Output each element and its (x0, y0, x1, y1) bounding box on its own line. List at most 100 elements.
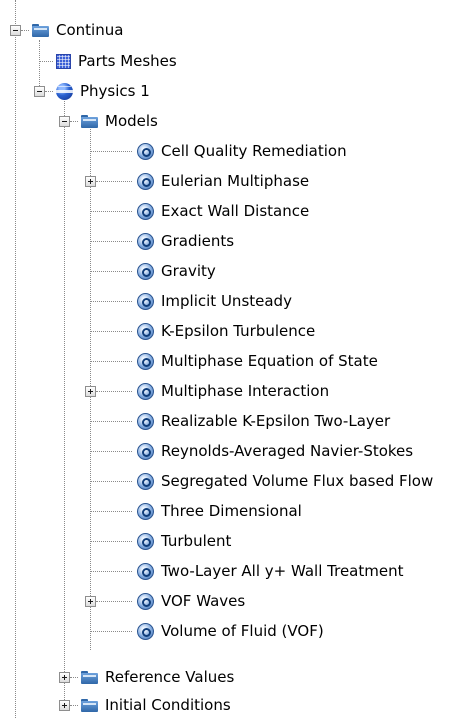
model-icon (137, 322, 154, 340)
connector-line (96, 391, 132, 392)
eulerian-multiphase-expand-toggle[interactable] (85, 176, 96, 187)
node-label: Continua (56, 21, 124, 39)
model-icon (137, 172, 154, 190)
model-label: Realizable K-Epsilon Two-Layer (161, 412, 391, 430)
connector-line (90, 571, 132, 572)
folder-icon (32, 23, 49, 37)
model-item[interactable]: Implicit Unsteady (137, 286, 292, 316)
model-item[interactable]: Segregated Volume Flux based Flow (137, 466, 433, 496)
model-item[interactable]: Volume of Fluid (VOF) (137, 616, 324, 646)
connector-line (90, 481, 132, 482)
model-icon (137, 472, 154, 490)
model-item[interactable]: Gravity (137, 256, 216, 286)
connector-line (70, 121, 78, 122)
model-item[interactable]: Multiphase Interaction (137, 376, 329, 406)
reference-values-expand-toggle[interactable] (59, 672, 70, 683)
model-icon (137, 562, 154, 580)
models-collapse-toggle[interactable] (59, 116, 70, 127)
connector-line (70, 677, 78, 678)
model-icon (137, 412, 154, 430)
connector-line (90, 301, 132, 302)
node-label: Parts Meshes (78, 52, 177, 70)
model-label: Eulerian Multiphase (161, 172, 310, 190)
model-label: Exact Wall Distance (161, 202, 310, 220)
model-label: Multiphase Interaction (161, 382, 330, 400)
model-icon (137, 592, 154, 610)
connector-line (90, 421, 132, 422)
model-icon (137, 382, 154, 400)
connector-line (90, 451, 132, 452)
model-item[interactable]: Eulerian Multiphase (137, 166, 309, 196)
node-label: Physics 1 (80, 82, 150, 100)
model-item[interactable]: K-Epsilon Turbulence (137, 316, 315, 346)
folder-icon (81, 114, 98, 128)
connector-line (70, 705, 78, 706)
connector-line (90, 271, 132, 272)
model-label: Multiphase Equation of State (161, 352, 378, 370)
model-icon (137, 622, 154, 640)
tree-node-physics-1[interactable]: Physics 1 (56, 76, 150, 106)
model-icon (137, 142, 154, 160)
tree-node-parts-meshes[interactable]: Parts Meshes (56, 46, 177, 76)
model-label: Two-Layer All y+ Wall Treatment (161, 562, 404, 580)
folder-icon (81, 698, 98, 712)
node-label: Reference Values (105, 668, 235, 686)
model-icon (137, 262, 154, 280)
connector-line (39, 61, 53, 62)
connector-line (90, 511, 132, 512)
model-icon (137, 502, 154, 520)
multiphase-interaction-expand-toggle[interactable] (85, 386, 96, 397)
connector-line (90, 331, 132, 332)
tree-node-initial-conditions[interactable]: Initial Conditions (81, 690, 231, 720)
model-label: Gravity (161, 262, 216, 280)
connector-line (39, 40, 40, 92)
model-label: Volume of Fluid (VOF) (161, 622, 324, 640)
mesh-icon (56, 53, 71, 69)
connector-line (90, 151, 132, 152)
connector-line (96, 601, 132, 602)
continua-collapse-toggle[interactable] (10, 25, 21, 36)
model-item[interactable]: Realizable K-Epsilon Two-Layer (137, 406, 390, 436)
model-label: Three Dimensional (161, 502, 302, 520)
connector-line (90, 211, 132, 212)
node-label: Initial Conditions (105, 696, 231, 714)
connector-line (21, 30, 29, 31)
model-item[interactable]: Turbulent (137, 526, 231, 556)
connector-line (45, 91, 53, 92)
folder-icon (81, 670, 98, 684)
physics-collapse-toggle[interactable] (34, 86, 45, 97)
model-item[interactable]: Multiphase Equation of State (137, 346, 378, 376)
connector-line (90, 361, 132, 362)
model-item[interactable]: Exact Wall Distance (137, 196, 309, 226)
connector-line (90, 541, 132, 542)
node-label: Models (105, 112, 158, 130)
connector-line (64, 96, 65, 710)
model-item[interactable]: Three Dimensional (137, 496, 302, 526)
model-label: Implicit Unsteady (161, 292, 292, 310)
model-label: Segregated Volume Flux based Flow (161, 472, 434, 490)
tree-node-models[interactable]: Models (81, 106, 158, 136)
model-label: Turbulent (161, 532, 232, 550)
model-item[interactable]: Reynolds-Averaged Navier-Stokes (137, 436, 413, 466)
model-item[interactable]: Cell Quality Remediation (137, 136, 347, 166)
initial-conditions-expand-toggle[interactable] (59, 700, 70, 711)
tree-node-reference-values[interactable]: Reference Values (81, 662, 234, 692)
model-icon (137, 232, 154, 250)
vof-waves-expand-toggle[interactable] (85, 596, 96, 607)
tree-node-continua[interactable]: Continua (32, 15, 123, 45)
model-icon (137, 442, 154, 460)
physics-icon (56, 82, 73, 100)
model-item[interactable]: Gradients (137, 226, 234, 256)
connector-line (15, 0, 16, 718)
model-icon (137, 352, 154, 370)
model-label: Reynolds-Averaged Navier-Stokes (161, 442, 414, 460)
connector-line (96, 181, 132, 182)
connector-line (90, 241, 132, 242)
model-label: Gradients (161, 232, 235, 250)
connector-line (90, 631, 132, 632)
model-label: K-Epsilon Turbulence (161, 322, 316, 340)
model-icon (137, 532, 154, 550)
model-label: VOF Waves (161, 592, 246, 610)
model-item[interactable]: Two-Layer All y+ Wall Treatment (137, 556, 403, 586)
model-item[interactable]: VOF Waves (137, 586, 245, 616)
